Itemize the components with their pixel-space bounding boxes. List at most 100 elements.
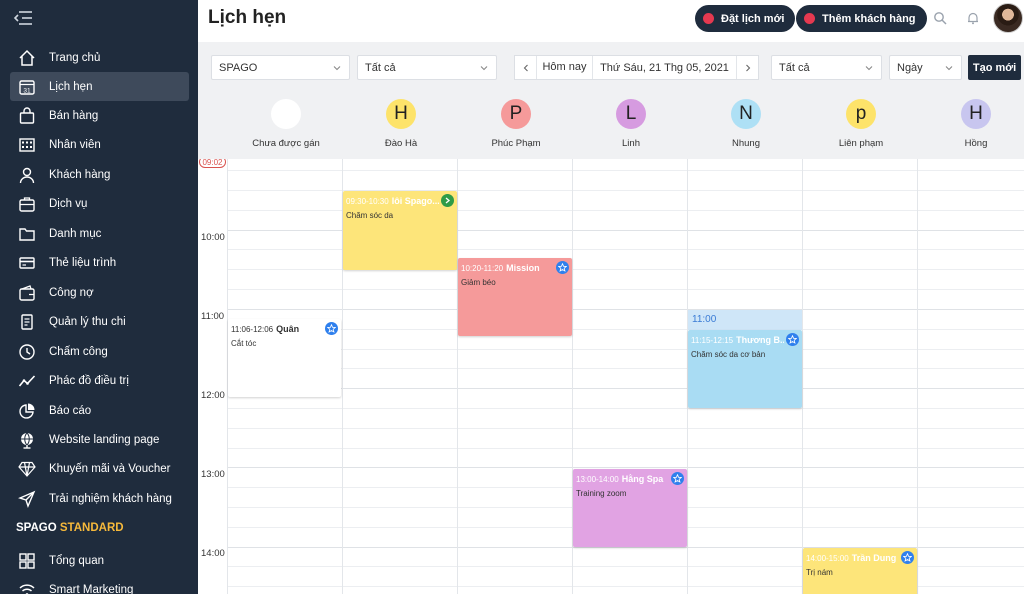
sidebar-item-label: Nhân viên: [49, 138, 101, 151]
star-icon[interactable]: [325, 322, 338, 335]
branch-select[interactable]: SPAGO: [211, 55, 350, 80]
sidebar-item-services[interactable]: Dịch vụ: [10, 189, 189, 218]
appointment-service: Training zoom: [576, 489, 627, 498]
sidebar-item-smart-marketing[interactable]: Smart Marketing: [10, 575, 189, 594]
add-customer-label: Thêm khách hàng: [822, 12, 916, 25]
sidebar-item-label: Báo cáo: [49, 404, 92, 417]
time-label: 14:00: [201, 548, 225, 559]
sidebar-item-treatment-plans[interactable]: Phác đồ điều trị: [10, 366, 189, 395]
staff-name: Chưa được gán: [252, 138, 320, 149]
sidebar-item-sales[interactable]: Bán hàng: [10, 101, 189, 130]
status-filter-select[interactable]: Tất cả: [771, 55, 882, 80]
staff-column-header[interactable]: Chưa được gán: [230, 99, 342, 149]
folder-icon: [18, 225, 36, 243]
appointment-customer: Mission: [506, 263, 540, 273]
grid-line: [227, 388, 1024, 389]
appointment-card[interactable]: 10:20-11:20 Mission Giảm béo: [458, 258, 572, 336]
staff-column-header[interactable]: L Linh: [575, 99, 687, 149]
checked-in-arrow-icon[interactable]: [441, 194, 454, 207]
view-mode-select[interactable]: Ngày: [889, 55, 962, 80]
hovered-time-slot[interactable]: 11:00: [688, 310, 802, 330]
day-calendar-grid[interactable]: 09:02 10:00 11:00 12:00 13:00 14:00 11:0…: [198, 159, 1024, 594]
chevron-down-icon: [333, 66, 341, 71]
star-icon[interactable]: [901, 551, 914, 564]
branch-select-value: SPAGO: [219, 61, 258, 74]
staff-column-header[interactable]: P Phúc Phạm: [460, 99, 572, 149]
sidebar-item-reports[interactable]: Báo cáo: [10, 396, 189, 425]
staff-column-header[interactable]: H Hồng: [920, 99, 1024, 149]
wifi-icon: [18, 581, 36, 594]
staff-column-header[interactable]: N Nhung: [690, 99, 802, 149]
sidebar-item-appointments[interactable]: 31 Lịch hẹn: [10, 72, 189, 101]
brand-name: SPAGO: [16, 522, 57, 534]
appointment-card[interactable]: 09:30-10:30 Iôi Spago... Chăm sóc da: [343, 191, 457, 270]
top-header: Lịch hẹn Đặt lịch mới Thêm khách hàng: [198, 0, 1024, 42]
sidebar-item-label: Bán hàng: [49, 109, 99, 122]
star-icon[interactable]: [556, 261, 569, 274]
dashboard-icon: [18, 552, 36, 570]
book-appointment-button[interactable]: Đặt lịch mới: [695, 5, 796, 32]
star-icon[interactable]: [786, 333, 799, 346]
book-appointment-label: Đặt lịch mới: [721, 12, 785, 25]
sidebar-item-debts[interactable]: Công nợ: [10, 278, 189, 307]
appointment-card[interactable]: 13:00-14:00 Hằng Spa Training zoom: [573, 469, 687, 547]
current-date[interactable]: Thứ Sáu, 21 Thg 05, 2021: [593, 62, 736, 74]
sidebar-item-label: Trải nghiệm khách hàng: [49, 492, 172, 505]
today-button[interactable]: Hôm nay: [537, 56, 593, 79]
add-customer-button[interactable]: Thêm khách hàng: [796, 5, 927, 32]
column-line: [917, 159, 918, 594]
appointment-customer: Trần Dung: [851, 553, 897, 563]
sidebar-item-promotions[interactable]: Khuyến mãi và Voucher: [10, 454, 189, 483]
user-avatar[interactable]: [993, 3, 1023, 33]
receipt-icon: [18, 313, 36, 331]
calendar-toolbar: SPAGO Tất cả Hôm nay Thứ Sáu, 21 Thg 05,…: [198, 42, 1024, 159]
grid-line: [227, 428, 1024, 429]
grid-line: [227, 170, 1024, 171]
trend-icon: [18, 372, 36, 390]
sidebar-item-cashflow[interactable]: Quản lý thu chi: [10, 307, 189, 336]
sidebar-item-timekeeping[interactable]: Chấm công: [10, 337, 189, 366]
sidebar-item-overview[interactable]: Tổng quan: [10, 546, 189, 575]
sidebar-item-label: Công nợ: [49, 286, 94, 299]
sidebar-item-customer-experience[interactable]: Trải nghiệm khách hàng: [10, 484, 189, 513]
appointment-service: Chăm sóc da: [346, 211, 394, 220]
staff-column-header[interactable]: p Liên phạm: [805, 99, 917, 149]
send-icon: [18, 490, 36, 508]
sidebar-item-treatment-cards[interactable]: Thẻ liệu trình: [10, 248, 189, 277]
sidebar-item-customers[interactable]: Khách hàng: [10, 160, 189, 189]
appointment-time: 14:00-15:00: [806, 554, 849, 563]
search-icon[interactable]: [933, 11, 947, 25]
chevron-down-icon: [945, 66, 953, 71]
appointment-time: 11:06-12:06: [231, 325, 274, 334]
next-day-button[interactable]: [736, 56, 758, 79]
plan-tier: STANDARD: [59, 522, 124, 534]
bell-icon[interactable]: [966, 11, 980, 25]
staff-filter-select[interactable]: Tất cả: [357, 55, 497, 80]
appointment-card[interactable]: 11:15-12:15 Thương B... Chăm sóc da cơ bả…: [688, 330, 802, 408]
grid-line: [227, 448, 1024, 449]
sidebar-item-label: Thẻ liệu trình: [49, 256, 117, 269]
staff-name: Nhung: [732, 138, 760, 149]
menu-collapse-icon[interactable]: [13, 9, 33, 27]
appointment-customer: Thương B...: [736, 335, 784, 345]
record-dot-icon: [804, 13, 815, 24]
appointment-customer: Iôi Spago...: [391, 196, 439, 206]
sidebar-item-categories[interactable]: Danh mục: [10, 219, 189, 248]
chevron-down-icon: [480, 66, 488, 71]
staff-column-header[interactable]: H Đào Hà: [345, 99, 457, 149]
status-filter-value: Tất cả: [779, 61, 810, 74]
sidebar-item-landing-page[interactable]: Website landing page: [10, 425, 189, 454]
sidebar-item-home[interactable]: Trang chủ: [10, 43, 189, 72]
staff-name: Hồng: [964, 138, 988, 149]
prev-day-button[interactable]: [515, 56, 537, 79]
create-new-button[interactable]: Tạo mới: [968, 55, 1021, 80]
staff-name: Linh: [622, 138, 640, 149]
sidebar-item-staff[interactable]: Nhân viên: [10, 130, 189, 159]
appointment-card[interactable]: 11:06-12:06 Quân Cắt tóc: [228, 319, 341, 397]
star-icon[interactable]: [671, 472, 684, 485]
appointment-time: 13:00-14:00: [576, 475, 619, 484]
calendar-icon: 31: [18, 78, 36, 96]
staff-name: Đào Hà: [384, 138, 418, 149]
appointment-card[interactable]: 14:00-15:00 Trần Dung Trị nám: [803, 548, 917, 594]
current-time-badge: 09:02: [199, 159, 226, 168]
